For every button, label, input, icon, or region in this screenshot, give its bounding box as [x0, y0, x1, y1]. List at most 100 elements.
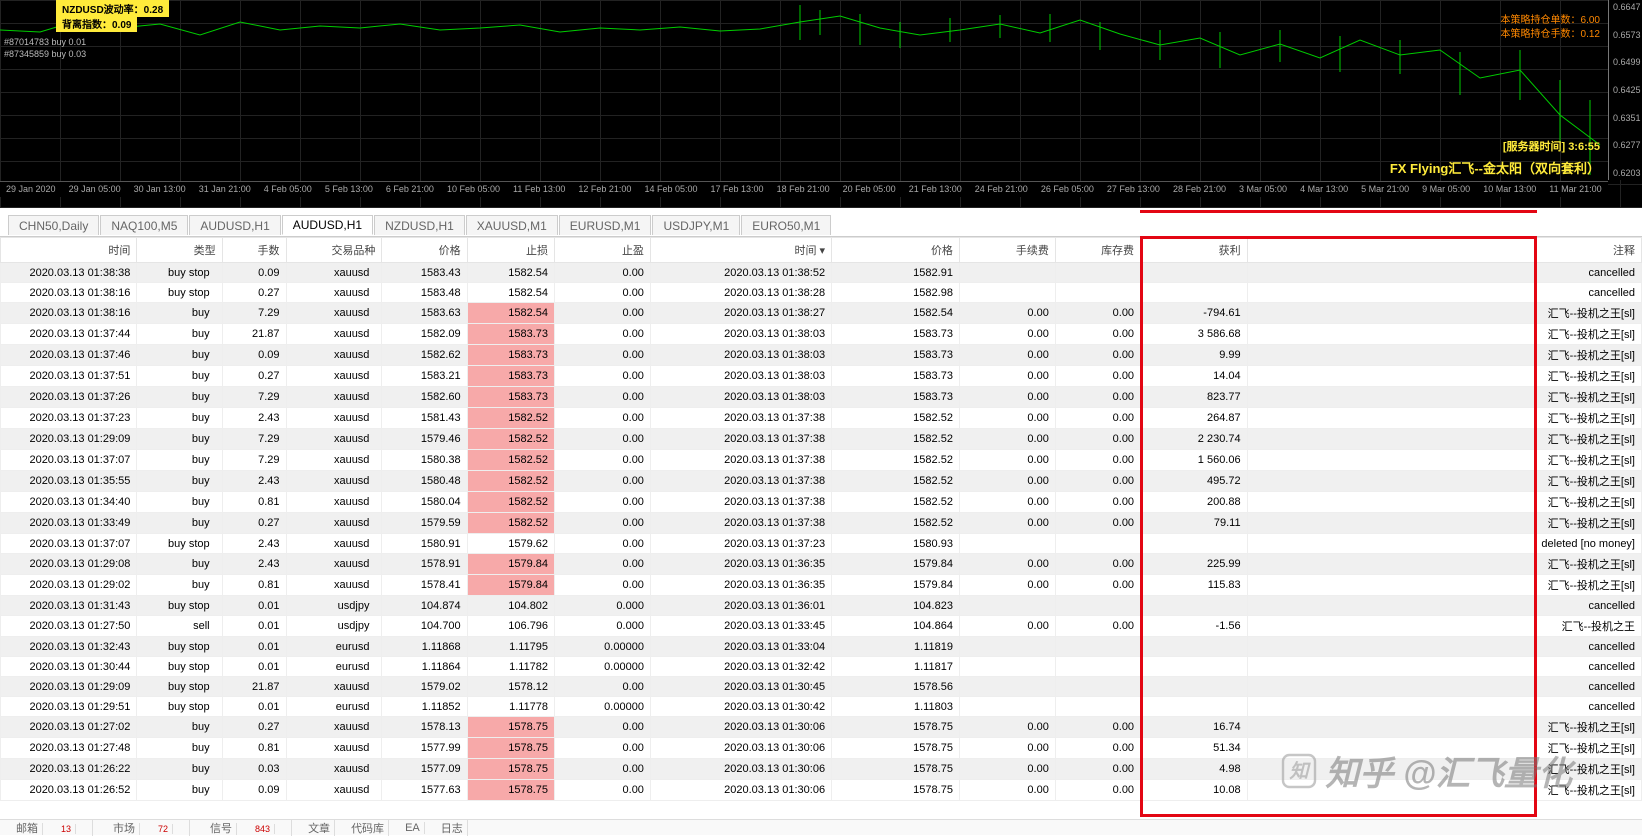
column-header[interactable]: 止盈 [555, 238, 651, 263]
cell: 2020.03.13 01:27:50 [1, 616, 137, 637]
table-row[interactable]: 2020.03.13 01:38:16buy7.29xauusd1583.631… [1, 303, 1642, 324]
symbol-tab[interactable]: NZDUSD,H1 [374, 215, 465, 235]
table-row[interactable]: 2020.03.13 01:29:09buy stop21.87xauusd15… [1, 677, 1642, 697]
cell: 0.00 [1055, 303, 1140, 324]
tab-codebase[interactable]: 代码库 [347, 820, 389, 836]
cell: 1579.59 [382, 513, 467, 534]
cell: buy stop [137, 677, 222, 697]
cell: 2020.03.13 01:27:48 [1, 738, 137, 759]
table-row[interactable]: 2020.03.13 01:38:38buy stop0.09xauusd158… [1, 263, 1642, 283]
cell [959, 283, 1055, 303]
cell: xauusd [286, 324, 382, 345]
table-row[interactable]: 2020.03.13 01:32:43buy stop0.01eurusd1.1… [1, 637, 1642, 657]
cell: 0.00 [1055, 554, 1140, 575]
cell: buy stop [137, 596, 222, 616]
tab-articles[interactable]: 文章 [304, 820, 335, 836]
table-row[interactable]: 2020.03.13 01:35:55buy2.43xauusd1580.481… [1, 471, 1642, 492]
tab-log[interactable]: 日志 [437, 820, 468, 836]
cell: 2020.03.13 01:38:03 [650, 387, 831, 408]
column-header[interactable]: 时间 ▾ [650, 238, 831, 263]
cell: 1.11868 [382, 637, 467, 657]
table-row[interactable]: 2020.03.13 01:37:07buy stop2.43xauusd158… [1, 534, 1642, 554]
column-header[interactable]: 库存费 [1055, 238, 1140, 263]
cell: 汇飞--投机之王[sl] [1247, 408, 1641, 429]
column-header[interactable]: 手数 [222, 238, 286, 263]
cell: 2020.03.13 01:27:02 [1, 717, 137, 738]
symbol-tab[interactable]: XAUUSD,M1 [466, 215, 558, 235]
cell: 1582.52 [832, 429, 960, 450]
tab-ea[interactable]: EA [401, 822, 425, 834]
symbol-tab[interactable]: AUDUSD,H1 [189, 215, 280, 235]
table-row[interactable]: 2020.03.13 01:31:43buy stop0.01usdjpy104… [1, 596, 1642, 616]
column-header[interactable]: 价格 [832, 238, 960, 263]
cell: cancelled [1247, 697, 1641, 717]
column-header[interactable]: 获利 [1141, 238, 1248, 263]
symbol-tab[interactable]: EURUSD,M1 [559, 215, 652, 235]
cell: 1582.52 [832, 450, 960, 471]
tab-market[interactable]: 市场72 [105, 820, 190, 836]
symbol-tab[interactable]: NAQ100,M5 [100, 215, 188, 235]
column-header[interactable]: 类型 [137, 238, 222, 263]
cell [1055, 697, 1140, 717]
table-row[interactable]: 2020.03.13 01:26:22buy0.03xauusd1577.091… [1, 759, 1642, 780]
table-row[interactable]: 2020.03.13 01:30:44buy stop0.01eurusd1.1… [1, 657, 1642, 677]
table-row[interactable]: 2020.03.13 01:37:23buy2.43xauusd1581.431… [1, 408, 1642, 429]
table-row[interactable]: 2020.03.13 01:29:09buy7.29xauusd1579.461… [1, 429, 1642, 450]
cell: 1583.73 [467, 324, 554, 345]
history-table[interactable]: 时间类型手数交易品种价格止损止盈时间 ▾价格手续费库存费获利注释 2020.03… [0, 237, 1642, 801]
column-header[interactable]: 手续费 [959, 238, 1055, 263]
table-row[interactable]: 2020.03.13 01:38:16buy stop0.27xauusd158… [1, 283, 1642, 303]
cell: 2020.03.13 01:29:02 [1, 575, 137, 596]
cell: 0.00 [555, 554, 651, 575]
symbol-tab[interactable]: AUDUSD,H1 [282, 215, 373, 235]
cell: 1582.54 [467, 283, 554, 303]
cell: xauusd [286, 780, 382, 801]
table-row[interactable]: 2020.03.13 01:37:44buy21.87xauusd1582.09… [1, 324, 1642, 345]
cell: cancelled [1247, 657, 1641, 677]
cell: 0.00 [1055, 324, 1140, 345]
symbol-tab[interactable]: EURO50,M1 [741, 215, 831, 235]
column-header[interactable]: 价格 [382, 238, 467, 263]
price-chart[interactable]: NZDUSD波动率：0.28 背离指数：0.09 #87014783 buy 0… [0, 0, 1642, 208]
table-row[interactable]: 2020.03.13 01:27:48buy0.81xauusd1577.991… [1, 738, 1642, 759]
cell: buy stop [137, 283, 222, 303]
table-row[interactable]: 2020.03.13 01:29:02buy0.81xauusd1578.411… [1, 575, 1642, 596]
tab-mail[interactable]: 邮箱13 [8, 820, 93, 836]
table-row[interactable]: 2020.03.13 01:29:08buy2.43xauusd1578.911… [1, 554, 1642, 575]
cell: 2020.03.13 01:37:44 [1, 324, 137, 345]
table-row[interactable]: 2020.03.13 01:27:02buy0.27xauusd1578.131… [1, 717, 1642, 738]
column-header[interactable]: 注释 [1247, 238, 1641, 263]
tab-signals[interactable]: 信号843 [202, 820, 292, 836]
table-row[interactable]: 2020.03.13 01:37:46buy0.09xauusd1582.621… [1, 345, 1642, 366]
cell: 1578.75 [832, 780, 960, 801]
cell: 1.11817 [832, 657, 960, 677]
table-row[interactable]: 2020.03.13 01:37:26buy7.29xauusd1582.601… [1, 387, 1642, 408]
table-row[interactable]: 2020.03.13 01:27:50sell0.01usdjpy104.700… [1, 616, 1642, 637]
table-header[interactable]: 时间类型手数交易品种价格止损止盈时间 ▾价格手续费库存费获利注释 [1, 238, 1642, 263]
cell: 1580.38 [382, 450, 467, 471]
symbol-tab[interactable]: USDJPY,M1 [652, 215, 740, 235]
table-row[interactable]: 2020.03.13 01:37:07buy7.29xauusd1580.381… [1, 450, 1642, 471]
table-row[interactable]: 2020.03.13 01:37:51buy0.27xauusd1583.211… [1, 366, 1642, 387]
strategy-brand: FX Flying汇飞--金太阳（双向套利） [1390, 158, 1600, 177]
cell: 0.00 [555, 450, 651, 471]
cell: 2020.03.13 01:30:44 [1, 657, 137, 677]
table-row[interactable]: 2020.03.13 01:26:52buy0.09xauusd1577.631… [1, 780, 1642, 801]
table-row[interactable]: 2020.03.13 01:34:40buy0.81xauusd1580.041… [1, 492, 1642, 513]
cell: 汇飞--投机之王[sl] [1247, 513, 1641, 534]
cell: 0.00 [555, 677, 651, 697]
cell: 2020.03.13 01:26:52 [1, 780, 137, 801]
cell: buy [137, 303, 222, 324]
table-row[interactable]: 2020.03.13 01:33:49buy0.27xauusd1579.591… [1, 513, 1642, 534]
cell: buy [137, 429, 222, 450]
symbol-tab[interactable]: CHN50,Daily [8, 215, 99, 235]
cell [1055, 534, 1140, 554]
column-header[interactable]: 交易品种 [286, 238, 382, 263]
column-header[interactable]: 时间 [1, 238, 137, 263]
cell: 2020.03.13 01:37:46 [1, 345, 137, 366]
cell: 0.81 [222, 738, 286, 759]
cell: 1579.84 [832, 554, 960, 575]
table-row[interactable]: 2020.03.13 01:29:51buy stop0.01eurusd1.1… [1, 697, 1642, 717]
cell: eurusd [286, 657, 382, 677]
column-header[interactable]: 止损 [467, 238, 554, 263]
